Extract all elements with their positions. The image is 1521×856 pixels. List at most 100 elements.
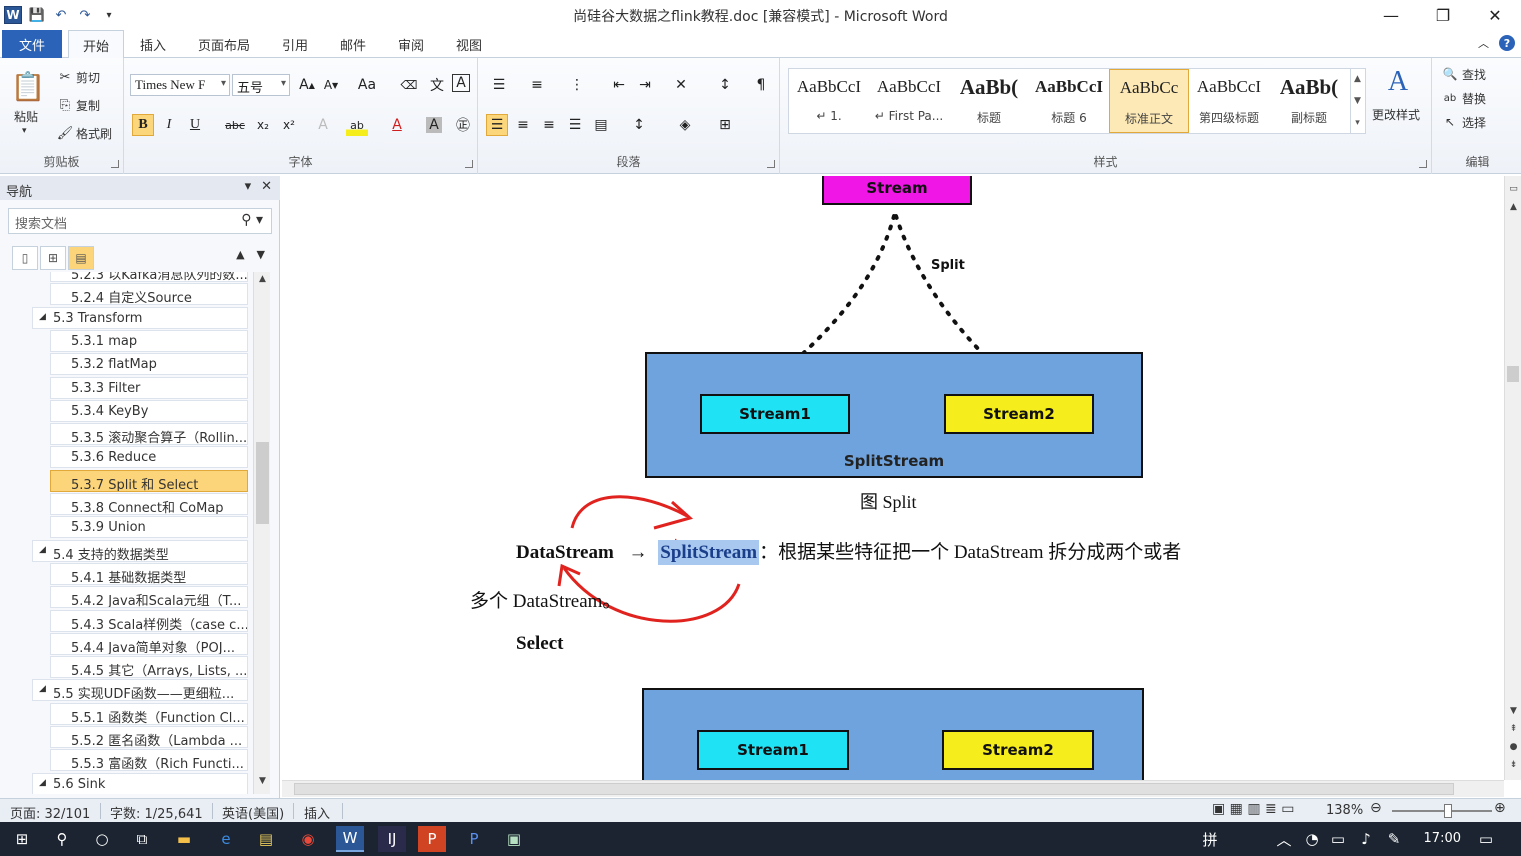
volume-icon[interactable]: ♪ xyxy=(1352,826,1380,852)
view-buttons[interactable]: ▣ ▦ ▥ ≣ ▭ xyxy=(1212,801,1294,817)
page-count[interactable]: 页面: 32/101 xyxy=(10,803,90,822)
pdf-reader-icon[interactable]: P xyxy=(460,826,488,852)
tab-review[interactable]: 审阅 xyxy=(386,30,436,58)
cut-icon[interactable]: ✂ xyxy=(56,68,74,86)
document-vertical-scrollbar[interactable]: ▭ ▲ ▼ ⇞ ● ⇟ xyxy=(1504,176,1521,780)
tab-page-layout[interactable]: 页面布局 xyxy=(188,30,260,58)
task-view-icon[interactable]: ⧉ xyxy=(128,826,156,852)
collapse-triangle-icon[interactable]: ◢ xyxy=(39,312,46,322)
select-icon[interactable]: ↖ xyxy=(1442,114,1458,130)
italic-icon[interactable]: I xyxy=(158,114,180,136)
style-item[interactable]: AaBb( 标题 xyxy=(949,69,1029,133)
paste-dropdown-icon[interactable]: ▾ xyxy=(22,126,27,136)
superscript-icon[interactable]: x² xyxy=(278,114,300,136)
tab-references[interactable]: 引用 xyxy=(270,30,320,58)
char-shading-icon[interactable]: A xyxy=(426,117,442,133)
minimize-icon[interactable]: — xyxy=(1365,0,1417,30)
bold-icon[interactable]: B xyxy=(132,114,154,136)
format-painter-button[interactable]: 格式刷 xyxy=(76,125,112,142)
sort-icon[interactable]: ↕ xyxy=(714,74,736,96)
nav-scroll-thumb[interactable] xyxy=(256,442,269,524)
notepad-icon[interactable]: ▤ xyxy=(252,826,280,852)
grow-font-icon[interactable]: A ▲ xyxy=(296,74,318,96)
language-indicator[interactable]: 英语(美国) xyxy=(222,803,284,822)
app-icon[interactable]: ▣ xyxy=(500,826,528,852)
search-icon[interactable]: ⚲ ▾ xyxy=(241,212,263,228)
customize-qat-icon[interactable]: ▾ xyxy=(100,6,118,24)
nav-heading-level2[interactable]: ◢ 5.4 支持的数据类型 xyxy=(32,539,248,562)
chinese-layout-icon[interactable]: ✕ xyxy=(670,74,692,96)
tab-mailings[interactable]: 邮件 xyxy=(328,30,378,58)
scroll-up-icon[interactable]: ▲ xyxy=(254,274,271,290)
collapse-triangle-icon[interactable]: ◢ xyxy=(39,778,46,788)
previous-heading-icon[interactable]: ▲ xyxy=(236,248,244,261)
format-painter-icon[interactable]: 🖌 xyxy=(56,124,74,142)
style-item[interactable]: AaBbCcI 标题 6 xyxy=(1029,69,1109,133)
copy-icon[interactable]: ⎘ xyxy=(56,96,74,114)
bullets-icon[interactable]: ☰ xyxy=(488,74,510,96)
start-icon[interactable]: ⊞ xyxy=(8,826,36,852)
style-item[interactable]: AaBbCcI 第四级标题 xyxy=(1189,69,1269,133)
gallery-up-icon[interactable]: ▲ xyxy=(1354,74,1361,84)
zoom-out-icon[interactable]: ⊖ xyxy=(1370,800,1382,816)
style-item[interactable]: AaBbCc 标准正文 xyxy=(1109,69,1189,133)
undo-icon[interactable]: ↶ xyxy=(52,6,70,24)
word-count[interactable]: 字数: 1/25,641 xyxy=(110,803,203,822)
style-item[interactable]: AaBbCcI ↵ First Pa... xyxy=(869,69,949,133)
styles-gallery-scroll[interactable]: ▲ ▼ ▾ xyxy=(1350,68,1364,134)
nav-heading-level3[interactable]: 5.4.4 Java简单对象（POJ... xyxy=(50,632,248,655)
browse-object-icon[interactable]: ● xyxy=(1505,742,1521,752)
restore-icon[interactable]: ❐ xyxy=(1417,0,1469,30)
browse-headings-icon[interactable]: ▯ xyxy=(12,246,38,270)
intellij-icon[interactable]: IJ xyxy=(378,826,406,852)
enclose-char-icon[interactable]: ㊣ xyxy=(452,114,474,136)
nav-heading-level3[interactable]: 5.2.4 自定义Source xyxy=(50,283,248,306)
clear-format-icon[interactable]: ⌫ xyxy=(398,74,420,96)
shading-icon[interactable]: ◈ xyxy=(674,114,696,136)
browse-pages-icon[interactable]: ⊞ xyxy=(40,246,66,270)
paragraph-launcher-icon[interactable] xyxy=(767,160,775,168)
ruler-icon[interactable]: ▭ xyxy=(1505,184,1521,194)
zoom-level[interactable]: 138% xyxy=(1326,803,1363,818)
clipboard-launcher-icon[interactable] xyxy=(111,160,119,168)
nav-heading-level3[interactable]: 5.3.9 Union xyxy=(50,516,248,539)
nav-heading-level3[interactable]: 5.3.2 flatMap xyxy=(50,353,248,376)
document-horizontal-scrollbar[interactable] xyxy=(282,780,1504,797)
replace-icon[interactable]: ab xyxy=(1442,90,1458,106)
paste-icon[interactable]: 📋 xyxy=(10,66,46,106)
nav-heading-level3[interactable]: 5.4.2 Java和Scala元组（T... xyxy=(50,586,248,609)
subscript-icon[interactable]: x₂ xyxy=(252,114,274,136)
phonetic-guide-icon[interactable]: 文 xyxy=(426,74,448,96)
decrease-indent-icon[interactable]: ⇤ xyxy=(608,74,630,96)
tab-file[interactable]: 文件 xyxy=(2,30,62,58)
gallery-more-icon[interactable]: ▾ xyxy=(1355,118,1360,128)
next-heading-icon[interactable]: ▼ xyxy=(257,248,265,261)
align-left-icon[interactable]: ☰ xyxy=(486,114,508,136)
paste-button[interactable]: 粘贴 xyxy=(14,108,38,125)
font-size-combo[interactable]: 五号 xyxy=(232,74,290,96)
zoom-slider[interactable] xyxy=(1392,810,1492,812)
text-effects-icon[interactable]: A xyxy=(312,114,334,136)
network-icon[interactable]: ◔ xyxy=(1298,826,1326,852)
borders-icon[interactable]: ⊞ xyxy=(714,114,736,136)
style-item[interactable]: AaBbCcI ↵ 1. xyxy=(789,69,869,133)
nav-heading-level3[interactable]: 5.2.3 以Kafka消息队列的数... xyxy=(50,272,248,282)
nav-options-icon[interactable]: ▾ xyxy=(245,179,252,194)
tab-home[interactable]: 开始 xyxy=(68,30,124,59)
font-launcher-icon[interactable] xyxy=(465,160,473,168)
zoom-slider-thumb[interactable] xyxy=(1444,804,1452,818)
tray-chevron-icon[interactable]: ︿ xyxy=(1270,826,1298,852)
ime-indicator[interactable]: 拼 xyxy=(1196,826,1224,852)
nav-search-input[interactable]: 搜索文档 ⚲ ▾ xyxy=(8,208,272,234)
select-button[interactable]: 选择 xyxy=(1462,114,1486,131)
align-center-icon[interactable]: ≡ xyxy=(512,114,534,136)
powerpoint-icon[interactable]: P xyxy=(418,826,446,852)
zoom-in-icon[interactable]: ⊕ xyxy=(1494,800,1506,816)
nav-scrollbar[interactable]: ▲ ▼ xyxy=(253,272,270,794)
styles-launcher-icon[interactable] xyxy=(1419,160,1427,168)
doc-hscroll-thumb[interactable] xyxy=(294,783,1454,795)
collapse-triangle-icon[interactable]: ◢ xyxy=(39,684,46,694)
document-area[interactable]: + Stream Split SplitStream Stream1 Strea… xyxy=(282,176,1504,780)
nav-heading-level3[interactable]: 5.3.6 Reduce xyxy=(50,446,248,469)
redo-icon[interactable]: ↷ xyxy=(76,6,94,24)
